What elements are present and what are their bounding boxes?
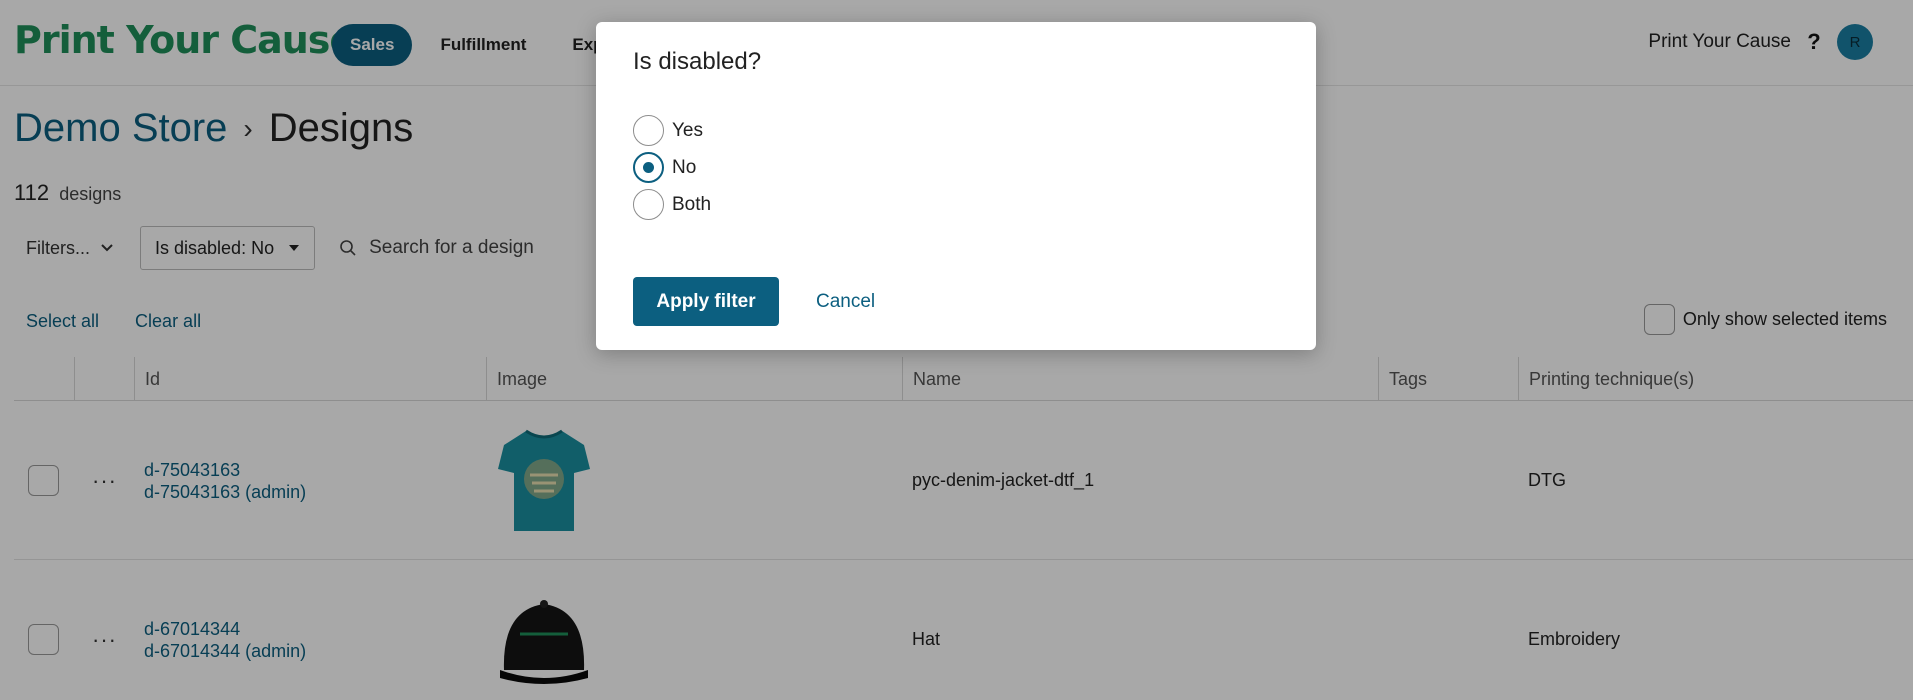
radio-yes-label: Yes [672,119,703,141]
is-disabled-radio-group: Yes No Both [633,112,711,223]
radio-option-both[interactable]: Both [633,186,711,223]
dialog-title: Is disabled? [633,48,762,75]
radio-option-no[interactable]: No [633,149,711,186]
radio-both[interactable] [633,189,664,220]
apply-filter-button[interactable]: Apply filter [633,277,779,326]
radio-no[interactable] [633,152,664,183]
is-disabled-filter-dialog: Is disabled? Yes No Both Apply filter Ca… [596,22,1316,350]
radio-option-yes[interactable]: Yes [633,112,711,149]
radio-no-label: No [672,156,697,178]
cancel-button[interactable]: Cancel [816,277,875,326]
radio-both-label: Both [672,193,712,215]
radio-yes[interactable] [633,115,664,146]
